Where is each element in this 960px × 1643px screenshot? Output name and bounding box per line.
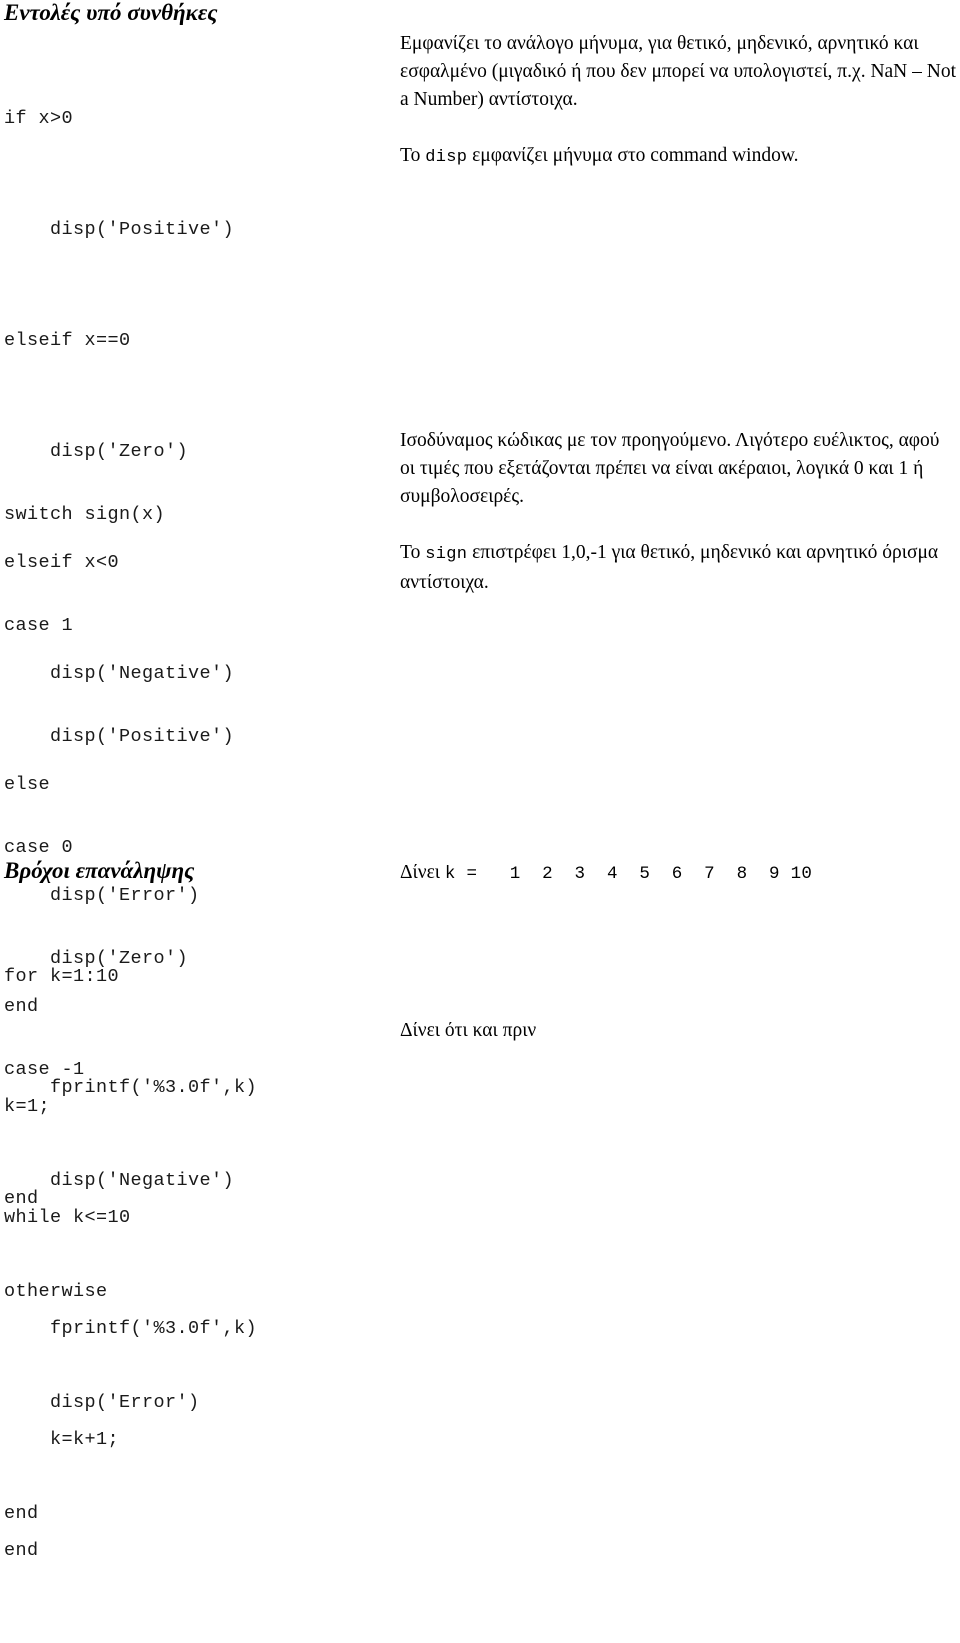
code-line: for k=1:10 bbox=[4, 966, 120, 987]
inline-text: επιστρέφει 1,0,-1 για θετικό, μηδενικό κ… bbox=[400, 542, 939, 593]
for-loop-output-column: Δίνει k = 1 2 3 4 5 6 7 8 9 10 bbox=[400, 860, 956, 887]
switch-note-column: Ισοδύναμος κώδικας με τον προηγούμενο. Λ… bbox=[400, 427, 956, 597]
code-line: end bbox=[4, 1540, 39, 1561]
page-title: Εντολές υπό συνθήκες bbox=[4, 0, 218, 25]
output-label: Δίνει bbox=[400, 862, 445, 883]
inline-text: Το bbox=[400, 542, 426, 563]
note-paragraph: Το disp εμφανίζει μήνυμα στο command win… bbox=[400, 142, 956, 172]
code-line: fprintf('%3.0f',k) bbox=[4, 1318, 258, 1339]
loops-title: Βρόχοι επανάληψης bbox=[4, 858, 195, 883]
code-line: k=k+1; bbox=[4, 1429, 120, 1450]
while-loop-code-column: k=1; while k<=10 fprintf('%3.0f',k) k=k+… bbox=[4, 1014, 394, 1643]
conditionals-note-column: Εμφανίζει το ανάλογο μήνυμα, για θετικό,… bbox=[400, 30, 956, 172]
output-sequence: k = 1 2 3 4 5 6 7 8 9 10 bbox=[444, 864, 813, 884]
note-paragraph: Το sign επιστρέφει 1,0,-1 για θετικό, μη… bbox=[400, 539, 956, 597]
for-loop-output: Δίνει k = 1 2 3 4 5 6 7 8 9 10 bbox=[400, 860, 956, 887]
while-loop-output-column: Δίνει ότι και πριν bbox=[400, 1018, 956, 1045]
code-line: k=1; bbox=[4, 1096, 51, 1117]
output-label: Δίνει ότι και πριν bbox=[400, 1020, 537, 1041]
document-page: Εντολές υπό συνθήκες if x>0 disp('Positi… bbox=[0, 0, 960, 1561]
code-line: switch sign(x) bbox=[4, 504, 166, 525]
inline-text: Το bbox=[400, 145, 426, 166]
code-line: elseif x==0 bbox=[4, 330, 131, 351]
inline-text: Ισοδύναμος κώδικας με τον προηγούμενο. Λ… bbox=[400, 430, 940, 507]
code-line: disp('Positive') bbox=[4, 726, 235, 747]
inline-text: Εμφανίζει το ανάλογο μήνυμα, για θετικό,… bbox=[400, 33, 957, 110]
code-line: while k<=10 bbox=[4, 1207, 131, 1228]
while-loop-output: Δίνει ότι και πριν bbox=[400, 1018, 956, 1045]
inline-text: εμφανίζει μήνυμα στο command window. bbox=[467, 145, 799, 166]
note-paragraph: Ισοδύναμος κώδικας με τον προηγούμενο. Λ… bbox=[400, 427, 956, 511]
code-line: disp('Positive') bbox=[4, 219, 235, 240]
inline-code: sign bbox=[425, 545, 468, 564]
code-line: if x>0 bbox=[4, 108, 74, 129]
code-line: case 1 bbox=[4, 615, 74, 636]
inline-code: disp bbox=[425, 148, 468, 167]
note-paragraph: Εμφανίζει το ανάλογο μήνυμα, για θετικό,… bbox=[400, 30, 956, 114]
while-loop-code-block: k=1; while k<=10 fprintf('%3.0f',k) k=k+… bbox=[4, 1014, 394, 1643]
